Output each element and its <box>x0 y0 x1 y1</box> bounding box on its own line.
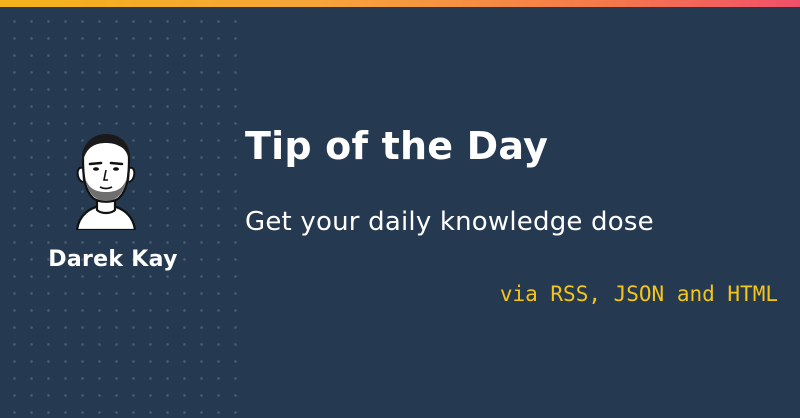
page-title: Tip of the Day <box>245 124 549 168</box>
formats-text: via RSS, JSON and HTML <box>499 282 778 306</box>
page-subtitle: Get your daily knowledge dose <box>245 207 654 237</box>
accent-gradient-bar <box>0 0 800 7</box>
author-name: Darek Kay <box>48 247 178 272</box>
avatar-icon <box>75 134 137 230</box>
